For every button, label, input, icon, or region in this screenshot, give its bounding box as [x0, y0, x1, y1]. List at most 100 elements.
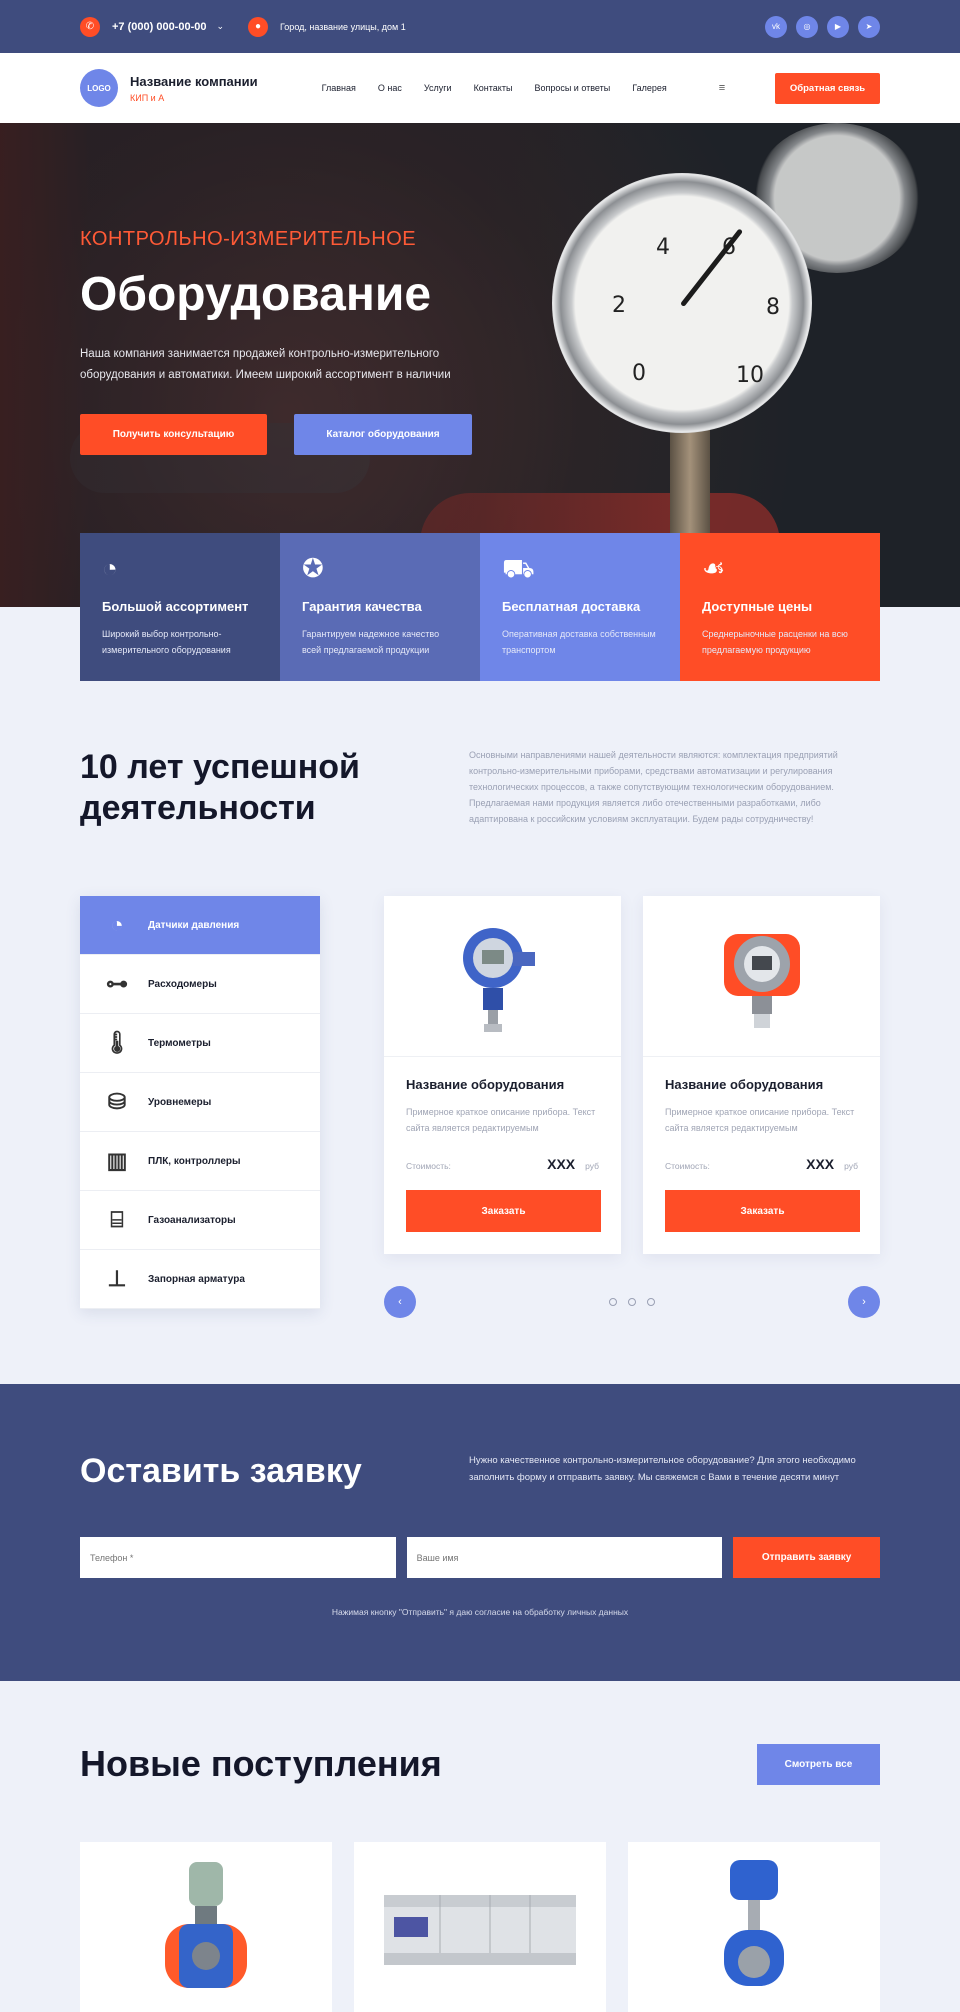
product-card: Название оборудования Примерное краткое …: [643, 896, 880, 1254]
price-currency: руб: [585, 1161, 599, 1171]
catalog-button[interactable]: Каталог оборудования: [294, 414, 472, 455]
hero-kicker: КОНТРОЛЬНО-ИЗМЕРИТЕЛЬНОЕ: [80, 228, 417, 250]
feature-title: Доступные цены: [702, 599, 813, 614]
category-label: Расходомеры: [148, 978, 217, 990]
hero-title: Оборудование: [80, 268, 432, 321]
company-subtitle: КИП и А: [130, 92, 165, 103]
category-pressure-sensors[interactable]: ◔ Датчики давления: [80, 896, 320, 955]
consent-note: Нажимая кнопку "Отправить" я даю согласи…: [331, 1607, 629, 1617]
feature-card: ✪ Гарантия качества Гарантируем надежное…: [280, 533, 480, 681]
about-title: 10 лет успешной деятельности: [80, 748, 360, 827]
feature-text: Среднерыночные расценки на всю предлагае…: [702, 629, 848, 655]
consultation-button[interactable]: Получить консультацию: [80, 414, 267, 455]
nav-about[interactable]: О нас: [378, 83, 402, 93]
about-section: 10 лет успешной деятельности Основными н…: [0, 681, 960, 896]
request-form: Отправить заявку: [80, 1537, 880, 1578]
gauge-number: 10: [736, 363, 764, 388]
price-icon: ☙: [702, 553, 726, 583]
phone-input[interactable]: [80, 1537, 396, 1578]
about-text: Основными направлениями нашей деятельнос…: [469, 750, 838, 824]
request-section: Оставить заявку Нужно качественное контр…: [0, 1384, 960, 1681]
menu-icon[interactable]: ≡: [719, 82, 725, 94]
vk-icon[interactable]: vk: [765, 15, 787, 38]
feature-title: Большой ассортимент: [102, 599, 249, 614]
price-label: Стоимость:: [665, 1161, 710, 1171]
product-title[interactable]: Название оборудования: [665, 1077, 858, 1092]
feature-text: Оперативная доставка собственным транспо…: [502, 629, 656, 655]
chevron-down-icon[interactable]: ⌄: [216, 21, 224, 32]
youtube-icon[interactable]: ▶: [827, 15, 849, 38]
product-title[interactable]: Название оборудования: [406, 1077, 599, 1092]
chevron-left-icon[interactable]: ‹: [384, 1286, 416, 1318]
gauge-icon: ◔: [110, 912, 124, 937]
new-arrivals-title: Новые поступления: [80, 1743, 442, 1784]
nav-gallery[interactable]: Галерея: [632, 83, 667, 93]
company-name: Название компании: [130, 73, 258, 89]
category-gas-analyzers[interactable]: ⌸ Газоанализаторы: [80, 1191, 320, 1250]
category-label: Запорная арматура: [148, 1273, 245, 1285]
category-label: ПЛК, контроллеры: [148, 1155, 241, 1167]
gas-detector-image: [723, 934, 800, 1028]
category-flowmeters[interactable]: ⊶ Расходомеры: [80, 955, 320, 1014]
name-input[interactable]: [406, 1537, 723, 1578]
request-text: Нужно качественное контрольно-измеритель…: [469, 1455, 856, 1483]
electromagnetic-flowmeter-image: [165, 1862, 247, 1988]
slider-dot[interactable]: [628, 1298, 636, 1306]
gas-analyzer-icon: ⌸: [110, 1207, 124, 1232]
feedback-button[interactable]: Обратная связь: [775, 72, 880, 104]
new-product-card[interactable]: [354, 1842, 606, 2012]
feature-text: Гарантируем надежное качество всей предл…: [302, 629, 440, 655]
feature-title: Гарантия качества: [302, 599, 422, 614]
brand: Название компании КИП и А: [130, 74, 258, 103]
submit-request-button[interactable]: Отправить заявку: [733, 1537, 880, 1578]
hero-text: Наша компания занимается продажей контро…: [80, 348, 451, 381]
feature-card: ⛟ Бесплатная доставка Оперативная достав…: [480, 533, 680, 681]
product-card: Название оборудования Примерное краткое …: [384, 896, 621, 1254]
hero-buttons: Получить консультацию Каталог оборудован…: [80, 414, 500, 455]
social-links: vk ◎ ▶ ➤: [765, 15, 880, 38]
award-icon: ✪: [302, 553, 324, 583]
category-label: Газоанализаторы: [148, 1214, 236, 1226]
hero-content: КОНТРОЛЬНО-ИЗМЕРИТЕЛЬНОЕ Оборудование На…: [80, 228, 500, 455]
category-label: Уровнемеры: [148, 1096, 212, 1108]
view-all-button[interactable]: Смотреть все: [757, 1743, 880, 1785]
nav-services[interactable]: Услуги: [424, 83, 452, 93]
slider-dot[interactable]: [647, 1298, 655, 1306]
nav-contacts[interactable]: Контакты: [474, 83, 513, 93]
order-button[interactable]: Заказать: [406, 1190, 601, 1232]
category-label: Термометры: [148, 1037, 211, 1049]
phone-icon: ✆: [80, 16, 100, 37]
new-product-card[interactable]: [80, 1842, 332, 2012]
product-slider: Название оборудования Примерное краткое …: [384, 896, 880, 1318]
new-product-card[interactable]: [628, 1842, 880, 2012]
flowmeter-icon: ⊶: [106, 971, 128, 996]
price-currency: руб: [844, 1161, 858, 1171]
plc-controller-image: [384, 1895, 576, 1965]
gauge-number: 4: [656, 235, 670, 260]
feature-card: ◔ Большой ассортимент Широкий выбор конт…: [80, 533, 280, 681]
gauge-number: 2: [612, 293, 626, 318]
slider-dots: [609, 1298, 655, 1306]
instagram-icon[interactable]: ◎: [796, 15, 818, 38]
order-button[interactable]: Заказать: [665, 1190, 860, 1232]
phone-number[interactable]: +7 (000) 000-00-00: [112, 21, 206, 33]
feature-card: ☙ Доступные цены Среднерыночные расценки…: [680, 533, 880, 681]
category-plc[interactable]: ▥ ПЛК, контроллеры: [80, 1132, 320, 1191]
slider-nav: ‹ ›: [384, 1286, 880, 1318]
slider-dot[interactable]: [609, 1298, 617, 1306]
logo[interactable]: LOGO: [80, 69, 118, 107]
thermometer-icon: 🌡: [103, 1030, 131, 1055]
gauge-number: 0: [632, 361, 646, 386]
category-level-meters[interactable]: ⛁ Уровнемеры: [80, 1073, 320, 1132]
gauge-icon: ◔: [102, 553, 118, 583]
level-meter-icon: ⛁: [107, 1089, 127, 1114]
category-valves[interactable]: ⊥ Запорная арматура: [80, 1250, 320, 1309]
features: ◔ Большой ассортимент Широкий выбор конт…: [0, 533, 960, 681]
nav-faq[interactable]: Вопросы и ответы: [534, 83, 610, 93]
nav-home[interactable]: Главная: [322, 83, 356, 93]
chevron-right-icon[interactable]: ›: [848, 1286, 880, 1318]
price-value: XXX: [806, 1156, 835, 1172]
telegram-icon[interactable]: ➤: [858, 15, 880, 38]
request-title: Оставить заявку: [80, 1452, 362, 1490]
category-thermometers[interactable]: 🌡 Термометры: [80, 1014, 320, 1073]
